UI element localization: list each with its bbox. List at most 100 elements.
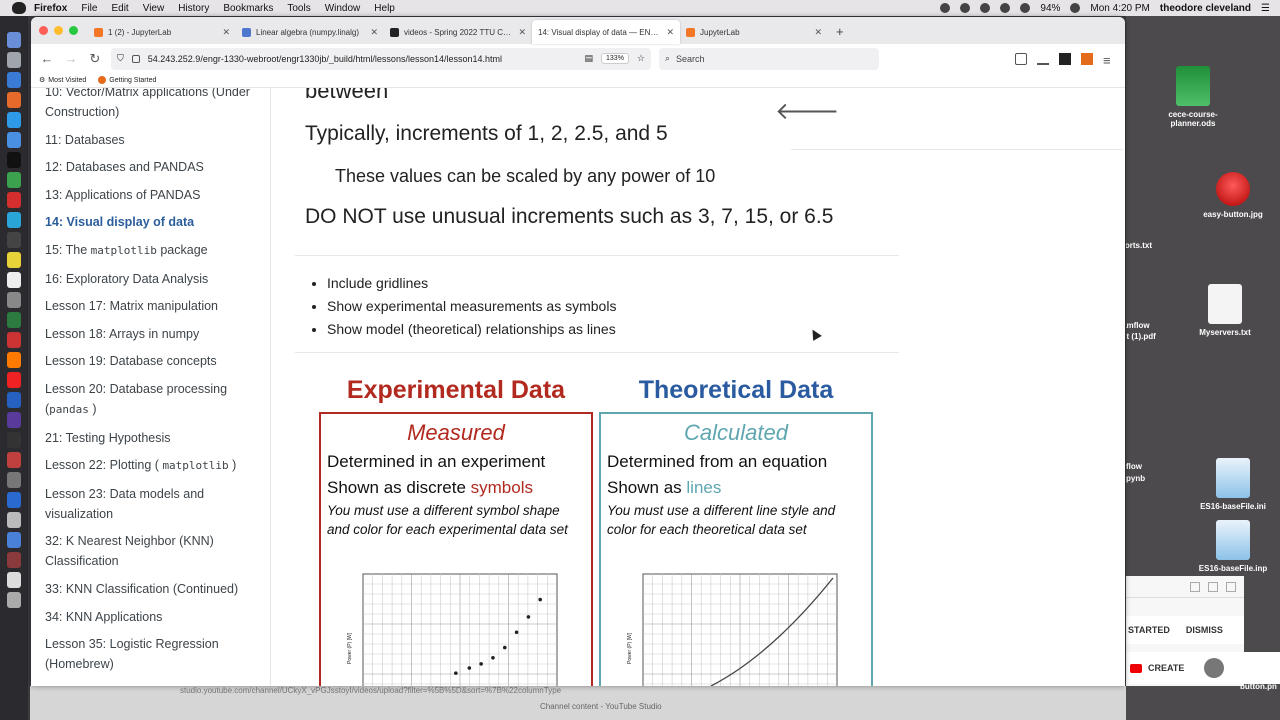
trash-icon[interactable] xyxy=(7,592,21,608)
menu-view[interactable]: View xyxy=(143,3,165,14)
tab-jupyterlab-1[interactable]: 1 (2) - JupyterLab ✕ xyxy=(88,20,236,44)
yt-started-button[interactable]: STARTED xyxy=(1128,625,1170,635)
app-3-icon[interactable] xyxy=(7,332,21,348)
close-window-icon[interactable] xyxy=(39,26,48,35)
menu-file[interactable]: File xyxy=(81,3,97,14)
sidebar-item[interactable]: 34: KNN Applications xyxy=(45,607,270,627)
vscode-icon[interactable] xyxy=(7,392,21,408)
desktop-partial-ports[interactable]: ports.txt xyxy=(1126,241,1152,250)
sidebar-item[interactable]: Lesson 19: Database concepts xyxy=(45,351,270,371)
url-bar[interactable]: ⛉ 54.243.252.9/engr-1330-webroot/engr133… xyxy=(111,47,651,70)
app-6-icon[interactable] xyxy=(7,432,21,448)
app-9-icon[interactable] xyxy=(7,512,21,528)
extension-icon[interactable] xyxy=(1059,52,1071,65)
bookmark-getting-started[interactable]: Getting Started xyxy=(98,76,156,84)
app-5-icon[interactable] xyxy=(7,412,21,428)
sidebar-item[interactable]: 10: Vector/Matrix applications (Under Co… xyxy=(45,88,270,122)
yt-dismiss-button[interactable]: DISMISS xyxy=(1186,625,1223,635)
tab-videos[interactable]: videos - Spring 2022 TTU Comp ✕ xyxy=(384,20,532,44)
menu-help[interactable]: Help xyxy=(374,3,395,14)
downloads-icon[interactable] xyxy=(7,572,21,588)
sidebar-item[interactable]: 32: K Nearest Neighbor (KNN) Classificat… xyxy=(45,531,270,571)
sidebar-item[interactable]: 13: Applications of PANDAS xyxy=(45,185,270,205)
app-blue-icon[interactable] xyxy=(7,212,21,228)
apple-icon[interactable] xyxy=(12,2,26,14)
mail-icon[interactable] xyxy=(7,112,21,128)
downloads-icon[interactable] xyxy=(1037,53,1049,65)
menu-window[interactable]: Window xyxy=(325,3,361,14)
bookmark-star-icon[interactable]: ☆ xyxy=(637,53,645,64)
desktop-file-txt[interactable]: Myservers.txt xyxy=(1190,284,1260,337)
close-tab-icon[interactable]: ✕ xyxy=(222,27,230,38)
sidebar-item[interactable]: Lesson 17: Matrix manipulation xyxy=(45,296,270,316)
sidebar-item[interactable]: 16: Exploratory Data Analysis xyxy=(45,269,270,289)
forward-icon[interactable]: → xyxy=(63,51,79,66)
firefox-icon[interactable] xyxy=(7,352,21,368)
volume-icon[interactable] xyxy=(1020,3,1031,13)
bookmark-most-visited[interactable]: ⚙ Most Visited xyxy=(39,76,86,85)
yt-menu-icon[interactable] xyxy=(1226,581,1236,592)
hamburger-menu-icon[interactable]: ≡ xyxy=(1103,53,1115,68)
calendar-icon[interactable] xyxy=(7,92,21,108)
sidebar-item[interactable]: 14: Visual display of data xyxy=(45,212,270,232)
sidebar-item[interactable]: Lesson 18: Arrays in numpy xyxy=(45,324,270,344)
back-icon[interactable]: ← xyxy=(39,51,55,66)
preferences-icon[interactable] xyxy=(7,292,21,308)
user-name[interactable]: theodore cleveland xyxy=(1160,3,1251,14)
tab-linear-algebra[interactable]: Linear algebra (numpy.linalg) ✕ xyxy=(236,20,384,44)
reload-icon[interactable]: ↻ xyxy=(87,51,103,67)
app-2-icon[interactable] xyxy=(7,312,21,328)
folder-icon[interactable] xyxy=(7,532,21,548)
yt-panel-icon[interactable] xyxy=(1190,581,1200,592)
sidebar-item[interactable]: Lesson 23: Data models and visualization xyxy=(45,484,270,524)
app-8-icon[interactable] xyxy=(7,472,21,488)
app-yellow-icon[interactable] xyxy=(7,252,21,268)
menu-list-icon[interactable]: ☰ xyxy=(1261,3,1270,14)
yt-share-icon[interactable] xyxy=(1208,581,1218,592)
sidebar-item[interactable]: Lesson 20: Database processing (pandas ) xyxy=(45,379,270,420)
desktop-partial-amflow[interactable]: amflow xyxy=(1126,321,1150,330)
app-green-icon[interactable] xyxy=(7,172,21,188)
yt-create-button[interactable]: CREATE xyxy=(1148,663,1184,673)
sidebar-item[interactable]: 15: The matplotlib package xyxy=(45,240,270,261)
sidebar-item[interactable]: Lesson 22: Plotting ( matplotlib ) xyxy=(45,455,270,476)
desktop-file-jpg[interactable]: easy-button.jpg xyxy=(1198,172,1268,219)
desktop-file-inp[interactable]: ES16-baseFile.inp xyxy=(1198,520,1268,573)
menu-edit[interactable]: Edit xyxy=(111,3,128,14)
search-input[interactable]: ⌕ Search xyxy=(659,47,879,70)
tab-jupyterlab-2[interactable]: JupyterLab ✕ xyxy=(680,20,828,44)
desktop-partial-flow[interactable]: flow xyxy=(1126,462,1142,471)
close-tab-icon[interactable]: ✕ xyxy=(370,27,378,38)
desktop-file-ods[interactable]: cece-course-planner.ods xyxy=(1158,66,1228,128)
sidebar-item[interactable]: 21: Testing Hypothesis xyxy=(45,428,270,448)
zoom-window-icon[interactable] xyxy=(69,26,78,35)
app-10-icon[interactable] xyxy=(7,552,21,568)
finder-icon[interactable] xyxy=(7,32,21,48)
close-tab-icon[interactable]: ✕ xyxy=(814,27,822,38)
tab-visual-display[interactable]: 14: Visual display of data — ENGR 1330 ✕ xyxy=(532,20,680,44)
extension-sc-icon[interactable] xyxy=(1081,52,1093,65)
shield-icon[interactable]: ⛉ xyxy=(117,53,124,64)
close-tab-icon[interactable]: ✕ xyxy=(666,27,674,38)
dropbox-icon[interactable] xyxy=(960,3,971,13)
desktop-partial-pdf[interactable]: ct (1).pdf xyxy=(1126,332,1156,341)
menu-bookmarks[interactable]: Bookmarks xyxy=(223,3,273,14)
battery-icon[interactable] xyxy=(1070,3,1081,13)
launchpad-icon[interactable] xyxy=(7,52,21,68)
zoom-icon[interactable] xyxy=(7,492,21,508)
new-tab-button[interactable]: + xyxy=(828,24,852,44)
sidebar-item[interactable]: 11: Databases xyxy=(45,130,270,150)
close-tab-icon[interactable]: ✕ xyxy=(518,27,526,38)
sidebar-item[interactable]: Lesson 35: Logistic Regression (Homebrew… xyxy=(45,634,270,674)
reader-view-icon[interactable]: ▤ xyxy=(585,53,594,64)
clock[interactable]: Mon 4:20 PM xyxy=(1090,3,1149,14)
menu-history[interactable]: History xyxy=(178,3,209,14)
sidebar-item[interactable]: 33: KNN Classification (Continued) xyxy=(45,579,270,599)
menu-tools[interactable]: Tools xyxy=(287,3,310,14)
pocket-icon[interactable] xyxy=(1015,52,1027,65)
avatar[interactable] xyxy=(1204,658,1225,678)
wifi-icon[interactable] xyxy=(1000,3,1011,13)
sidebar-item[interactable]: 12: Databases and PANDAS xyxy=(45,157,270,177)
safari-icon[interactable] xyxy=(7,72,21,88)
bluetooth-icon[interactable] xyxy=(980,3,991,13)
